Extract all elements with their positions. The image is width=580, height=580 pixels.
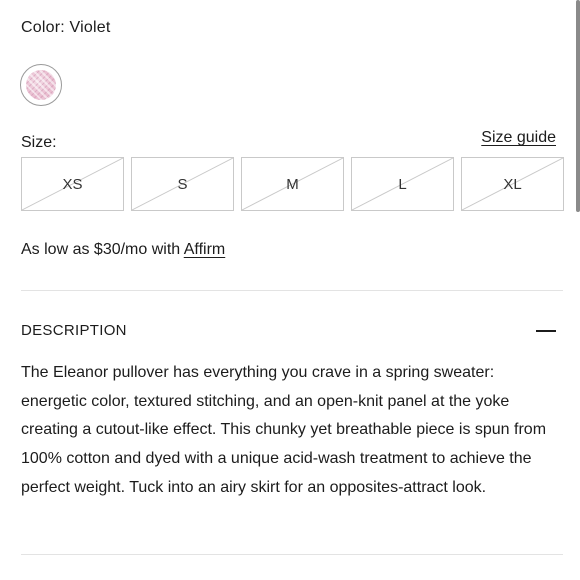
- size-option-label: XS: [62, 175, 83, 193]
- color-label: Color: Violet: [21, 19, 111, 36]
- scrollbar-thumb[interactable]: [576, 0, 580, 212]
- size-option-m[interactable]: M: [241, 157, 344, 211]
- size-option-label: M: [286, 175, 299, 193]
- size-option-xs[interactable]: XS: [21, 157, 124, 211]
- affirm-link[interactable]: Affirm: [184, 241, 225, 258]
- size-guide-link[interactable]: Size guide: [481, 129, 556, 147]
- description-heading[interactable]: DESCRIPTION: [21, 322, 127, 339]
- section-divider: [21, 554, 563, 555]
- size-label: Size:: [21, 134, 57, 151]
- size-option-s[interactable]: S: [131, 157, 234, 211]
- violet-swatch-icon: [26, 70, 56, 100]
- size-option-label: S: [177, 175, 188, 193]
- financing-prefix: As low as $30/mo with: [21, 241, 184, 258]
- financing-message: As low as $30/mo with Affirm: [21, 241, 225, 259]
- size-option-l[interactable]: L: [351, 157, 454, 211]
- size-option-label: L: [398, 175, 407, 193]
- description-body: The Eleanor pullover has everything you …: [21, 364, 547, 496]
- size-option-xl[interactable]: XL: [461, 157, 564, 211]
- size-option-label: XL: [503, 175, 522, 193]
- section-divider: [21, 290, 563, 291]
- minus-icon[interactable]: [536, 320, 556, 340]
- color-swatch-violet[interactable]: [20, 64, 62, 106]
- size-options: XS S M L XL: [21, 157, 564, 211]
